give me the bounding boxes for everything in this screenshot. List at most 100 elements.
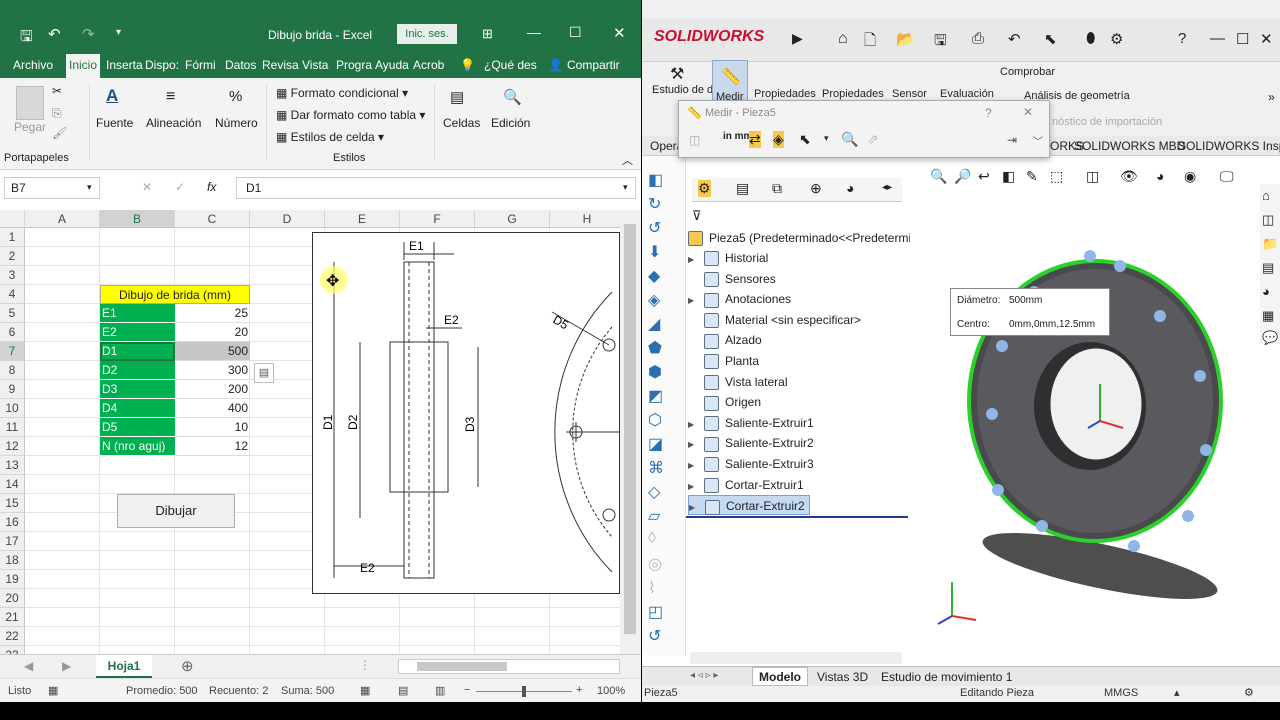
cond-format-button[interactable]: ▦ Formato condicional ▾: [276, 86, 408, 100]
row-header[interactable]: 4: [0, 285, 25, 304]
tree-item[interactable]: ▶ Cortar-Extruir2: [688, 495, 810, 516]
appearance-tab-icon[interactable]: ◕: [846, 180, 854, 196]
redo-icon[interactable]: ↷: [82, 25, 95, 43]
signin-button[interactable]: Inic. ses.: [397, 24, 457, 44]
ribbon-display-icon[interactable]: ⊞: [482, 26, 493, 42]
feature-tool-icon[interactable]: ↻: [648, 194, 661, 214]
tab-programador[interactable]: Progra: [336, 58, 372, 72]
normal-view-icon[interactable]: ▦: [360, 684, 370, 697]
collapse-icon[interactable]: ﹀: [1033, 133, 1043, 148]
tab-nav-icons[interactable]: ◂ ◃ ▹ ▸: [690, 670, 718, 681]
evaluation-button[interactable]: Evaluación: [940, 88, 994, 100]
close-icon[interactable]: ✕: [1260, 30, 1273, 48]
col-header[interactable]: F: [400, 210, 475, 228]
param-name-cell[interactable]: N (nro aguj): [100, 437, 175, 456]
tree-item[interactable]: ▶ Anotaciones: [688, 289, 791, 309]
row-header[interactable]: 12: [0, 437, 25, 456]
param-value-cell[interactable]: 200: [175, 380, 250, 399]
row-header[interactable]: 20: [0, 589, 25, 608]
row-header[interactable]: 8: [0, 361, 25, 380]
show-xyz-icon[interactable]: ⇄: [749, 131, 761, 148]
number-button[interactable]: Número: [215, 116, 258, 130]
flange-3d-model[interactable]: [910, 196, 1280, 636]
minimize-icon[interactable]: —: [1210, 30, 1225, 47]
param-value-cell[interactable]: 20: [175, 323, 250, 342]
previous-view-icon[interactable]: ↩: [978, 168, 990, 185]
pin-icon[interactable]: ⇥: [1007, 133, 1017, 147]
table-format-button[interactable]: ▦ Dar formato como tabla ▾: [276, 108, 425, 122]
section-view-icon[interactable]: ◧: [1002, 168, 1015, 185]
dynamic-annotation-icon[interactable]: ✎: [1026, 168, 1038, 185]
row-header[interactable]: 11: [0, 418, 25, 437]
expand-arrow-icon[interactable]: ▶: [688, 291, 698, 311]
rollback-bar[interactable]: [686, 516, 908, 518]
expand-arrow-icon[interactable]: ▶: [688, 477, 698, 497]
feature-tool-icon[interactable]: ⬟: [648, 338, 662, 358]
tab-ayuda[interactable]: Ayuda: [375, 58, 409, 72]
param-name-cell[interactable]: D1: [100, 342, 175, 361]
tab-revisar[interactable]: Revisa: [262, 58, 299, 72]
lightbulb-icon[interactable]: 💡: [460, 58, 475, 72]
row-header[interactable]: 21: [0, 608, 25, 627]
copy-icon[interactable]: ⎘: [52, 106, 62, 121]
param-name-cell[interactable]: E1: [100, 304, 175, 323]
tree-item[interactable]: ▶ Saliente-Extruir2: [688, 433, 814, 453]
projection-dropdown-icon[interactable]: ▾: [824, 133, 829, 144]
row-header[interactable]: 3: [0, 266, 25, 285]
row-header[interactable]: 19: [0, 570, 25, 589]
param-name-cell[interactable]: D3: [100, 380, 175, 399]
cancel-icon[interactable]: ✕: [142, 180, 152, 194]
projection-icon[interactable]: ⬉: [799, 131, 811, 148]
page-layout-icon[interactable]: ▤: [398, 684, 408, 697]
flange-drawing[interactable]: E1 E2 E2 D1 D2 D3 D5 ✥: [312, 232, 620, 594]
forum-icon[interactable]: 💬: [1262, 330, 1278, 346]
tree-root[interactable]: Pieza5 (Predeterminado<<Predetermin: [688, 228, 918, 248]
tab-inspection[interactable]: SOLIDWORKS Insp: [1178, 139, 1280, 153]
feature-tool-icon[interactable]: ⬢: [648, 362, 662, 382]
resources-pane-icon[interactable]: ◫: [1262, 212, 1274, 228]
zoom-level[interactable]: 100%: [597, 685, 625, 697]
tab-formulas[interactable]: Fórmi: [185, 58, 216, 72]
save-icon[interactable]: 🖫: [20, 26, 33, 51]
tab-acrobat[interactable]: Acrob: [413, 58, 444, 72]
undo-icon[interactable]: ↶: [1008, 30, 1021, 48]
filter-icon[interactable]: ⊽: [692, 208, 702, 224]
point-to-point-icon[interactable]: ◈: [773, 131, 784, 148]
dimxpert-tab-icon[interactable]: ⊕: [810, 180, 822, 197]
align-icon[interactable]: ≡: [166, 88, 175, 106]
select-all-corner[interactable]: [0, 210, 25, 228]
tree-item[interactable]: ▶ Historial: [688, 248, 768, 268]
tree-item[interactable]: Planta: [688, 351, 759, 371]
param-value-cell[interactable]: 25: [175, 304, 250, 323]
feature-tool-icon[interactable]: ◆: [648, 266, 660, 286]
help-icon[interactable]: ?: [985, 106, 992, 120]
expand-arrow-icon[interactable]: ▶: [688, 435, 698, 455]
row-header[interactable]: 7: [0, 342, 25, 361]
maximize-icon[interactable]: ☐: [569, 24, 582, 41]
property-tab-icon[interactable]: ▤: [736, 180, 749, 197]
dibujar-button[interactable]: Dibujar: [117, 494, 235, 528]
row-header[interactable]: 17: [0, 532, 25, 551]
feature-tool-icon[interactable]: ⌘: [648, 458, 664, 478]
section-properties-button[interactable]: Propiedades: [822, 88, 884, 100]
custom-props-icon[interactable]: ▦: [1262, 308, 1274, 324]
tree-item[interactable]: Origen: [688, 392, 761, 412]
create-sensor-icon[interactable]: ⇗: [867, 131, 879, 148]
feature-tool-icon[interactable]: ◪: [648, 434, 663, 454]
sheet-tab-hoja1[interactable]: Hoja1: [96, 655, 152, 678]
maximize-icon[interactable]: ☐: [1236, 30, 1249, 48]
worksheet-grid[interactable]: A B C D E F G H 1 2 3 4 5 6 7 8 9 10 11 12 13 14 15 16 1…: [0, 210, 620, 654]
param-value-cell[interactable]: 400: [175, 399, 250, 418]
close-icon[interactable]: ✕: [1023, 105, 1033, 119]
prev-sheet-icon[interactable]: ◀: [24, 659, 33, 673]
expand-arrow-icon[interactable]: ▶: [688, 456, 698, 476]
close-icon[interactable]: ✕: [613, 24, 626, 42]
table-header-cell[interactable]: Dibujo de brida (mm): [100, 285, 250, 304]
rebuild-status-icon[interactable]: ⚙: [1244, 686, 1254, 699]
tab-mbd[interactable]: SOLIDWORKS MBD: [1074, 139, 1185, 153]
view-settings-icon[interactable]: 🖵: [1220, 168, 1234, 185]
tree-item[interactable]: ▶ Saliente-Extruir1: [688, 413, 814, 433]
feature-tool-icon[interactable]: ◊: [648, 530, 656, 548]
enter-icon[interactable]: ✓: [175, 180, 185, 194]
param-name-cell[interactable]: D5: [100, 418, 175, 437]
